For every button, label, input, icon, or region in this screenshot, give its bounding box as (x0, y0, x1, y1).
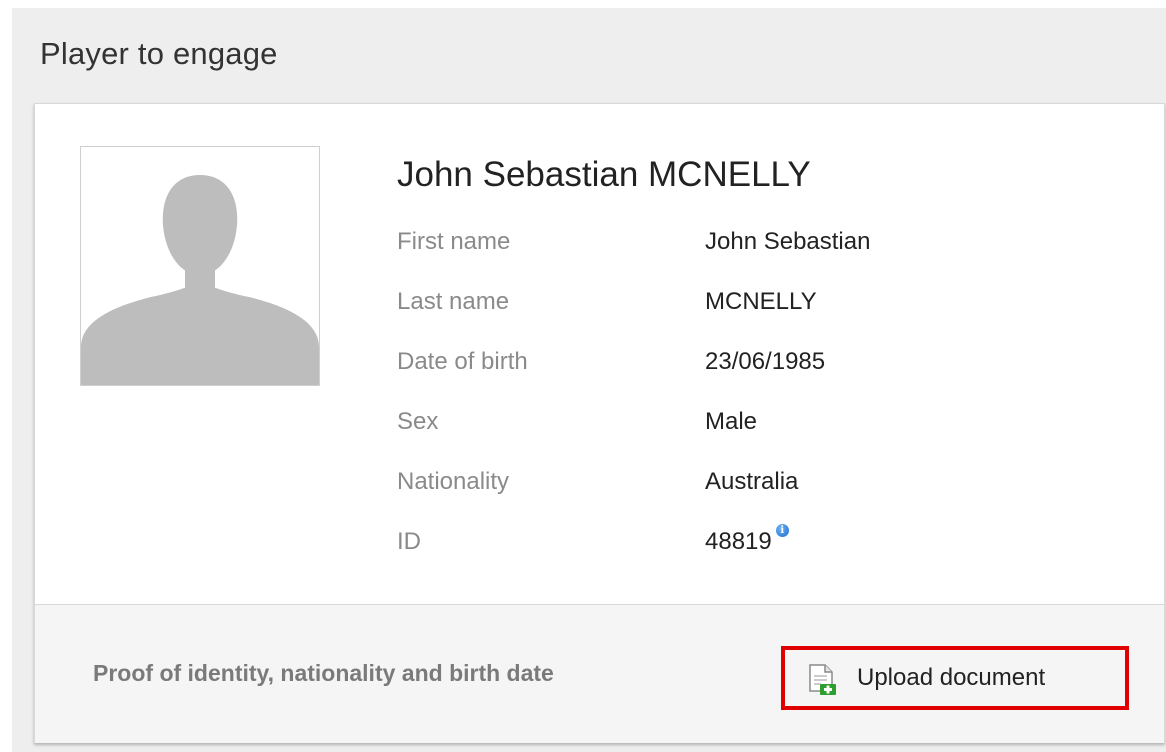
player-full-name: John Sebastian MCNELLY (397, 155, 811, 194)
nationality-label: Nationality (397, 468, 510, 495)
sex-label: Sex (397, 408, 439, 435)
info-row-last-name: Last name MCNELLY (397, 282, 1097, 322)
last-name-label: Last name (397, 288, 510, 315)
player-panel: Player to engage John Sebastian MCNELLY … (12, 8, 1166, 752)
first-name-label: First name (397, 228, 511, 255)
nationality-value: Australia (705, 468, 799, 495)
avatar-placeholder-icon (81, 175, 319, 385)
id-value: 48819 (705, 528, 772, 555)
last-name-value: MCNELLY (705, 288, 817, 315)
date-of-birth-label: Date of birth (397, 348, 528, 375)
proof-label: Proof of identity, nationality and birth… (93, 660, 554, 686)
info-row-sex: Sex Male (397, 402, 1097, 442)
first-name-value: John Sebastian (705, 228, 871, 255)
player-card: John Sebastian MCNELLY First name John S… (34, 103, 1165, 743)
upload-document-button[interactable]: Upload document (781, 646, 1129, 710)
info-row-nationality: Nationality Australia (397, 462, 1097, 502)
id-value-wrap: 48819 i (705, 522, 789, 562)
upload-document-label: Upload document (857, 664, 1046, 691)
info-icon[interactable]: i (775, 524, 789, 537)
page: Player to engage John Sebastian MCNELLY … (0, 0, 1166, 752)
date-of-birth-value: 23/06/1985 (705, 348, 826, 375)
info-row-first-name: First name John Sebastian (397, 222, 1097, 262)
info-row-id: ID 48819 i (397, 522, 1097, 562)
document-add-icon (809, 664, 836, 695)
player-photo (80, 146, 320, 386)
sex-value: Male (705, 408, 758, 435)
info-row-date-of-birth: Date of birth 23/06/1985 (397, 342, 1097, 382)
id-label: ID (397, 528, 421, 555)
panel-title: Player to engage (40, 36, 278, 71)
proof-footer: Proof of identity, nationality and birth… (35, 605, 1164, 743)
